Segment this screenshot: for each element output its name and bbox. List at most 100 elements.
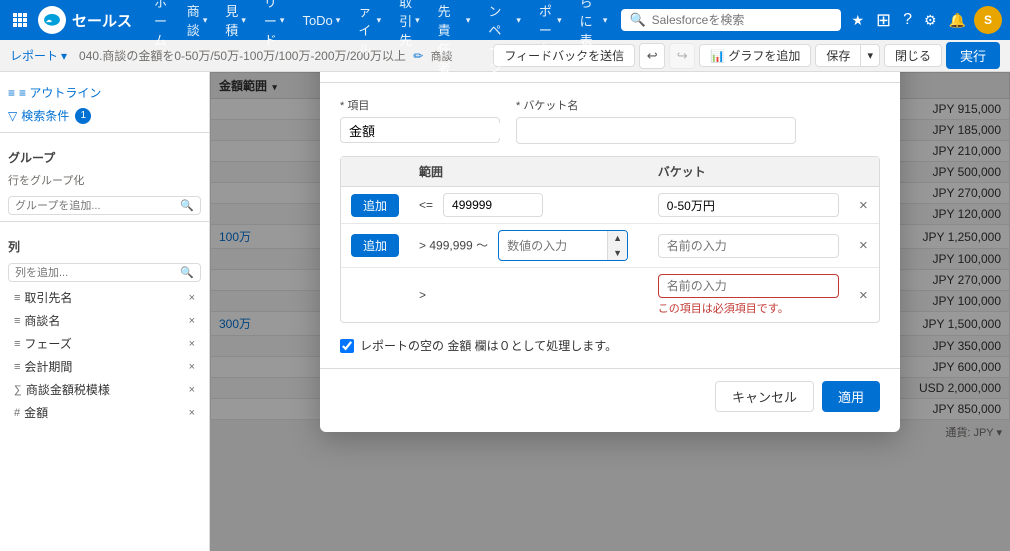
bucket-name-label: * バケット名 <box>516 97 796 113</box>
modal-overlay: × バケット列を編集 * 項目 × * バケット名 <box>210 72 1010 551</box>
bucket-table-container: 範囲 バケット 追加 <box>340 156 880 323</box>
column-remove-0[interactable]: × <box>189 292 195 304</box>
close-button[interactable]: 閉じる <box>884 44 942 67</box>
bucket-name-input[interactable] <box>516 117 796 144</box>
search-bar[interactable]: 🔍 <box>621 9 841 31</box>
range-spinner-input-1[interactable] <box>499 235 607 257</box>
apply-button[interactable]: 適用 <box>822 381 880 412</box>
bucket-value-input-1[interactable] <box>658 234 839 258</box>
settings-icon[interactable]: ⚙ <box>920 10 941 31</box>
apps-icon[interactable] <box>8 8 32 32</box>
column-remove-4[interactable]: × <box>189 384 195 396</box>
spinner-up-1[interactable]: ▲ <box>608 231 627 246</box>
feedback-button[interactable]: フィードバックを送信 <box>493 44 635 67</box>
range-label-1: > 499,999 〜 <box>419 239 488 253</box>
graph-button[interactable]: 📊 グラフを追加 <box>699 44 811 67</box>
nav-accounts[interactable]: 取引先▾ <box>391 0 428 40</box>
avatar[interactable]: S <box>974 6 1002 34</box>
nav-campaigns[interactable]: キャンペーン▾ <box>480 0 528 40</box>
column-search-input[interactable] <box>15 267 180 279</box>
drag-icon-3: ≡ <box>14 361 20 373</box>
topbar-icons: ★ ⊞ ? ⚙ 🔔 S <box>847 6 1002 34</box>
column-label-4: 商談金額税模様 <box>26 381 110 398</box>
salesforce-logo[interactable]: ☁ <box>38 6 66 34</box>
save-split-button: 保存 ▾ <box>815 44 880 67</box>
group-search-input[interactable] <box>15 200 180 212</box>
bucket-row-2: > この項目は必須項目です。 × <box>341 268 879 323</box>
spinner-arrows-1: ▲ ▼ <box>607 231 627 260</box>
search-icon: 🔍 <box>629 12 645 28</box>
nav-reports[interactable]: レポート▾ <box>531 0 570 40</box>
checkbox-label: レポートの空の 金額 欄は０として処理します。 <box>360 337 617 354</box>
empty-zero-checkbox[interactable] <box>340 339 354 353</box>
filter-label: 検索条件 <box>21 107 69 124</box>
column-remove-3[interactable]: × <box>189 361 195 373</box>
add-bucket-button-0[interactable]: 追加 <box>351 194 399 217</box>
help-icon[interactable]: ? <box>899 9 916 31</box>
nav-contacts[interactable]: 取引先責任者▾ <box>430 0 479 40</box>
filter-row[interactable]: ▽ 検索条件 1 <box>0 105 209 126</box>
column-remove-1[interactable]: × <box>189 315 195 327</box>
drag-icon-2: ≡ <box>14 338 20 350</box>
column-item-phase: ≡ フェーズ × <box>8 332 201 355</box>
nav-leads[interactable]: リード▾ <box>256 0 293 40</box>
bell-icon[interactable]: 🔔 <box>945 10 970 31</box>
bucket-value-input-2[interactable] <box>658 274 839 298</box>
column-label-0: 取引先名 <box>24 289 72 306</box>
modal-footer: キャンセル 適用 <box>320 368 900 412</box>
pencil-icon[interactable]: ✏ <box>413 49 423 63</box>
nav-more[interactable]: さらに表示▾ <box>572 0 616 40</box>
nav-home[interactable]: ホーム <box>146 0 177 40</box>
nav-files[interactable]: ファイル▾ <box>350 0 389 40</box>
search-input[interactable] <box>652 13 834 27</box>
column-label-5: 金額 <box>24 404 48 421</box>
drag-icon-1: ≡ <box>14 315 20 327</box>
bucket-row-0: 追加 <= <box>341 187 879 224</box>
main-layout: ≡ ≡ アウトライン ▽ 検索条件 1 グループ 行をグループ化 🔍 列 🔍 <box>0 72 1010 551</box>
field-input[interactable] <box>349 123 525 138</box>
delete-bucket-button-2[interactable]: × <box>859 287 868 304</box>
checkbox-row: レポートの空の 金額 欄は０として処理します。 <box>340 337 880 354</box>
column-search[interactable]: 🔍 <box>8 263 201 282</box>
save-main-button[interactable]: 保存 <box>816 45 861 66</box>
groups-section: グループ 行をグループ化 🔍 <box>0 139 209 215</box>
nav-estimates[interactable]: 見積▾ <box>217 0 254 40</box>
nav-deals[interactable]: 商談▾ <box>179 0 216 40</box>
cancel-button[interactable]: キャンセル <box>715 381 814 412</box>
nav-todo[interactable]: ToDo▾ <box>294 0 348 40</box>
undo-button[interactable]: ↩ <box>639 43 665 69</box>
outline-label: ≡ アウトライン <box>19 84 101 101</box>
star-icon[interactable]: ★ <box>847 10 868 31</box>
add-icon[interactable]: ⊞ <box>872 8 895 33</box>
sidebar-toggle[interactable]: ≡ ≡ アウトライン <box>0 80 209 105</box>
redo-button[interactable]: ↪ <box>669 43 695 69</box>
range-label-2: > <box>419 288 426 302</box>
modal-title: バケット列を編集 <box>320 72 900 83</box>
group-search[interactable]: 🔍 <box>8 196 201 215</box>
topbar: ☁ セールス ホーム 商談▾ 見積▾ リード▾ ToDo▾ ファイル▾ 取引先▾… <box>0 0 1010 40</box>
delete-bucket-button-1[interactable]: × <box>859 237 868 254</box>
error-message: この項目は必須項目です。 <box>658 300 839 316</box>
bucket-value-input-0[interactable] <box>658 193 839 217</box>
sidebar: ≡ ≡ アウトライン ▽ 検索条件 1 グループ 行をグループ化 🔍 列 🔍 <box>0 72 210 551</box>
range-value-input-0[interactable] <box>443 193 543 217</box>
bucket-row-1: 追加 > 499,999 〜 ▲ <box>341 224 879 268</box>
column-search-icon: 🔍 <box>180 266 194 279</box>
hash-icon: # <box>14 407 20 419</box>
column-remove-5[interactable]: × <box>189 407 195 419</box>
run-button[interactable]: 実行 <box>946 42 1000 69</box>
columns-title: 列 <box>8 234 201 259</box>
add-bucket-button-1[interactable]: 追加 <box>351 234 399 257</box>
table-area: 金額範囲 ▾ 金額 ▾ JPY 915,000 JPY 185,000 JPY … <box>210 72 1010 551</box>
page-title: 040.商談の金額を0-50万/50万-100万/100万-200万/200万以… <box>75 47 493 64</box>
column-remove-2[interactable]: × <box>189 338 195 350</box>
breadcrumb-back[interactable]: レポート ▾ <box>10 47 67 64</box>
spinner-down-1[interactable]: ▼ <box>608 246 627 261</box>
delete-bucket-button-0[interactable]: × <box>859 197 868 214</box>
field-input-wrapper[interactable]: × <box>340 117 500 143</box>
field-item: * 項目 × <box>340 97 500 144</box>
save-dropdown-button[interactable]: ▾ <box>861 47 879 64</box>
bucket-table: 範囲 バケット 追加 <box>341 157 879 322</box>
modal-body: * 項目 × * バケット名 <box>320 83 900 354</box>
groups-title: グループ <box>8 145 201 170</box>
